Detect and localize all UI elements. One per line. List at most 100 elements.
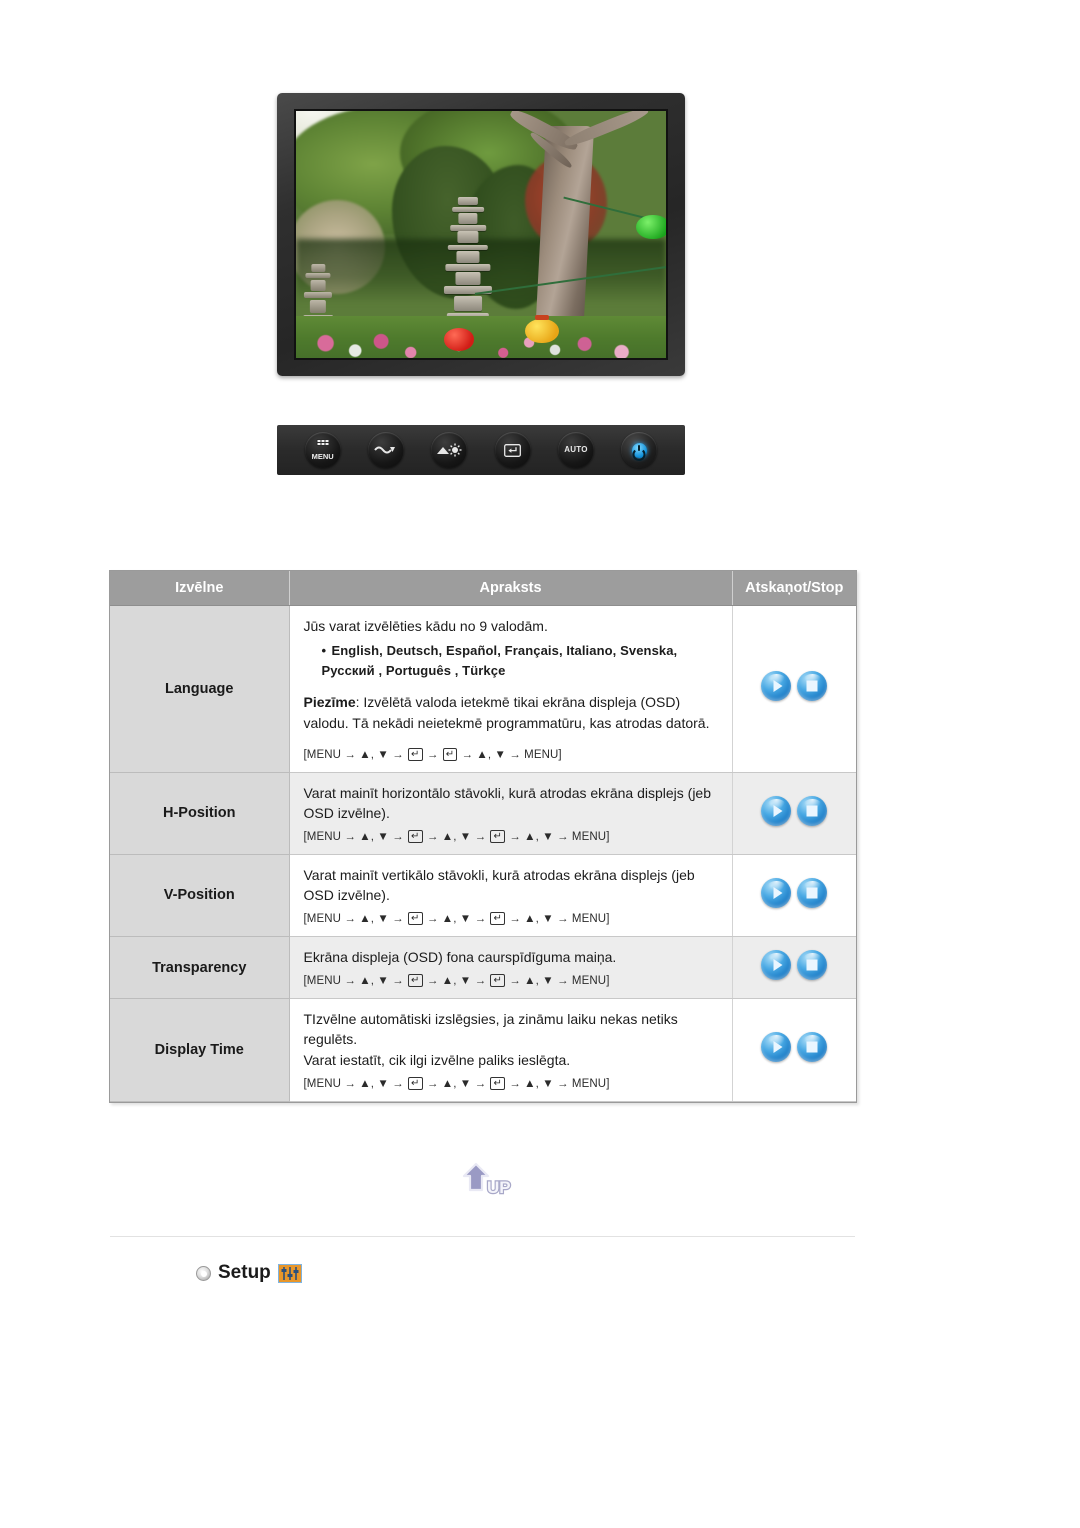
brightness-icon (437, 443, 462, 457)
h-position-text: Varat mainīt horizontālo stāvokli, kurā … (303, 784, 712, 821)
row-actions-h-position (732, 772, 856, 855)
setup-title: Setup (218, 1262, 271, 1283)
setup-section-heading: Setup (196, 1262, 302, 1284)
play-icon[interactable] (761, 795, 792, 826)
power-button[interactable] (621, 432, 658, 468)
transparency-text: Ekrāna displeja (OSD) fona caurspīdīguma… (303, 949, 617, 966)
action-icons (761, 1032, 828, 1063)
row-actions-v-position (732, 854, 856, 938)
row-description-display-time: TIzvēlne automātiski izslēgsies, ja zinā… (289, 998, 733, 1102)
note-text: : Izvēlētā valoda ietekmē tikai ekrāna d… (303, 694, 710, 731)
setup-sliders-icon (277, 1263, 302, 1283)
bullet-marker: • (321, 643, 327, 659)
monitor-screen (294, 109, 668, 360)
v-position-menu-path: [MENU → ▲, ▼ → ↵ → ▲, ▼ → ↵ → ▲, ▼ → MEN… (303, 912, 610, 926)
v-position-text: Varat mainīt vertikālo stāvokli, kurā at… (303, 866, 695, 904)
language-note: Piezīme: Izvēlētā valoda ietekmē tikai e… (304, 692, 718, 733)
enter-key-glyph: ↵ (490, 974, 505, 988)
brightness-button[interactable] (431, 432, 468, 468)
transparency-menu-path: [MENU → ▲, ▼ → ↵ → ▲, ▼ → ↵ → ▲, ▼ → MEN… (303, 974, 610, 988)
stop-icon[interactable] (797, 950, 828, 981)
enter-key-glyph: ↵ (408, 830, 423, 844)
stop-icon[interactable] (797, 1032, 828, 1063)
menu-grid-icon (316, 439, 330, 446)
language-list-text: English, Deutsch, Español, Français, Ita… (321, 643, 678, 678)
play-icon[interactable] (761, 877, 792, 908)
action-icons (761, 671, 828, 702)
enter-key-glyph: ↵ (490, 1076, 505, 1090)
enter-icon (504, 443, 522, 457)
up-arrow-icon (462, 1162, 490, 1192)
row-description-transparency: Ekrāna displeja (OSD) fona caurspīdīguma… (289, 936, 733, 1000)
monitor-bezel (277, 93, 685, 376)
row-label-transparency: Transparency (110, 936, 290, 1000)
language-menu-path: [MENU → ▲, ▼ → ↵ → ↵ → ▲, ▼ → MENU] (303, 747, 562, 761)
enter-key-glyph: ↵ (490, 912, 505, 926)
action-icons (761, 795, 828, 826)
header-menu: Izvēlne (110, 571, 290, 606)
stop-icon[interactable] (797, 877, 828, 908)
auto-button[interactable]: AUTO (557, 432, 594, 468)
green-lantern (636, 214, 666, 240)
header-playstop: Atskaņot/Stop (732, 571, 856, 606)
page-root: MENU AUTO Izvēlne Apraksts Atskaņot/Stop… (0, 0, 1080, 1528)
table-row: H-Position Varat mainīt horizontālo stāv… (110, 772, 856, 855)
note-label: Piezīme (303, 694, 356, 711)
action-icons (761, 950, 828, 981)
language-list: • English, Deutsch, Español, Français, It… (322, 641, 718, 680)
auto-button-label: AUTO (564, 445, 588, 454)
row-label-language: Language (110, 605, 290, 773)
monitor-illustration (277, 93, 685, 376)
enter-key-glyph: ↵ (408, 747, 423, 761)
display-time-text-2: Varat iestatīt, cik ilgi izvēlne paliks … (303, 1051, 571, 1068)
play-icon[interactable] (761, 671, 792, 702)
source-down-icon (374, 446, 395, 454)
row-label-display-time: Display Time (110, 998, 290, 1102)
stop-icon[interactable] (797, 795, 828, 826)
row-actions-language (732, 605, 856, 773)
yellow-lantern (525, 315, 559, 344)
up-button-label: UP (487, 1178, 511, 1197)
row-label-h-position: H-Position (110, 772, 290, 855)
stone-pagoda (444, 197, 493, 328)
language-intro: Jūs varat izvēlēties kādu no 9 valodām. (303, 618, 548, 634)
action-icons (761, 877, 828, 908)
enter-key-glyph: ↵ (408, 1076, 423, 1090)
osd-options-table: Izvēlne Apraksts Atskaņot/Stop Language … (109, 570, 857, 1103)
enter-key-glyph: ↵ (442, 747, 458, 761)
play-icon[interactable] (761, 950, 792, 981)
row-actions-display-time (732, 998, 856, 1102)
play-icon[interactable] (761, 1032, 792, 1063)
bullet-circle-icon (196, 1265, 211, 1281)
table-row: Display Time TIzvēlne automātiski izslēg… (110, 998, 856, 1102)
enter-button[interactable] (494, 432, 531, 468)
table-row: Language Jūs varat izvēlēties kādu no 9 … (110, 605, 856, 773)
up-button[interactable]: UP (458, 1160, 514, 1202)
row-label-v-position: V-Position (110, 854, 290, 938)
table-header-row: Izvēlne Apraksts Atskaņot/Stop (110, 571, 856, 606)
garden-photo (296, 111, 666, 358)
display-time-text-1: TIzvēlne automātiski izslēgsies, ja zinā… (303, 1011, 678, 1048)
flowers (296, 320, 666, 358)
row-actions-transparency (732, 936, 856, 1000)
power-icon (631, 442, 647, 458)
menu-button[interactable]: MENU (304, 432, 341, 468)
row-description-h-position: Varat mainīt horizontālo stāvokli, kurā … (289, 772, 733, 855)
enter-key-glyph: ↵ (490, 830, 505, 844)
row-description-language: Jūs varat izvēlēties kādu no 9 valodām. … (289, 605, 733, 773)
menu-button-label: MENU (311, 452, 334, 461)
red-lantern (444, 328, 474, 351)
table-row: V-Position Varat mainīt vertikālo stāvok… (110, 854, 856, 938)
source-down-button[interactable] (367, 432, 404, 468)
h-position-menu-path: [MENU → ▲, ▼ → ↵ → ▲, ▼ → ↵ → ▲, ▼ → MEN… (303, 830, 610, 844)
enter-key-glyph: ↵ (408, 912, 423, 926)
table-row: Transparency Ekrāna displeja (OSD) fona … (110, 936, 856, 1000)
section-divider (110, 1236, 855, 1237)
enter-key-glyph: ↵ (408, 974, 423, 988)
monitor-control-bar: MENU AUTO (277, 425, 685, 962)
stop-icon[interactable] (797, 671, 828, 702)
row-description-v-position: Varat mainīt vertikālo stāvokli, kurā at… (289, 854, 733, 938)
header-description: Apraksts (289, 571, 733, 606)
control-bar-strip: MENU AUTO (277, 425, 685, 475)
display-time-menu-path: [MENU → ▲, ▼ → ↵ → ▲, ▼ → ↵ → ▲, ▼ → MEN… (303, 1076, 610, 1090)
